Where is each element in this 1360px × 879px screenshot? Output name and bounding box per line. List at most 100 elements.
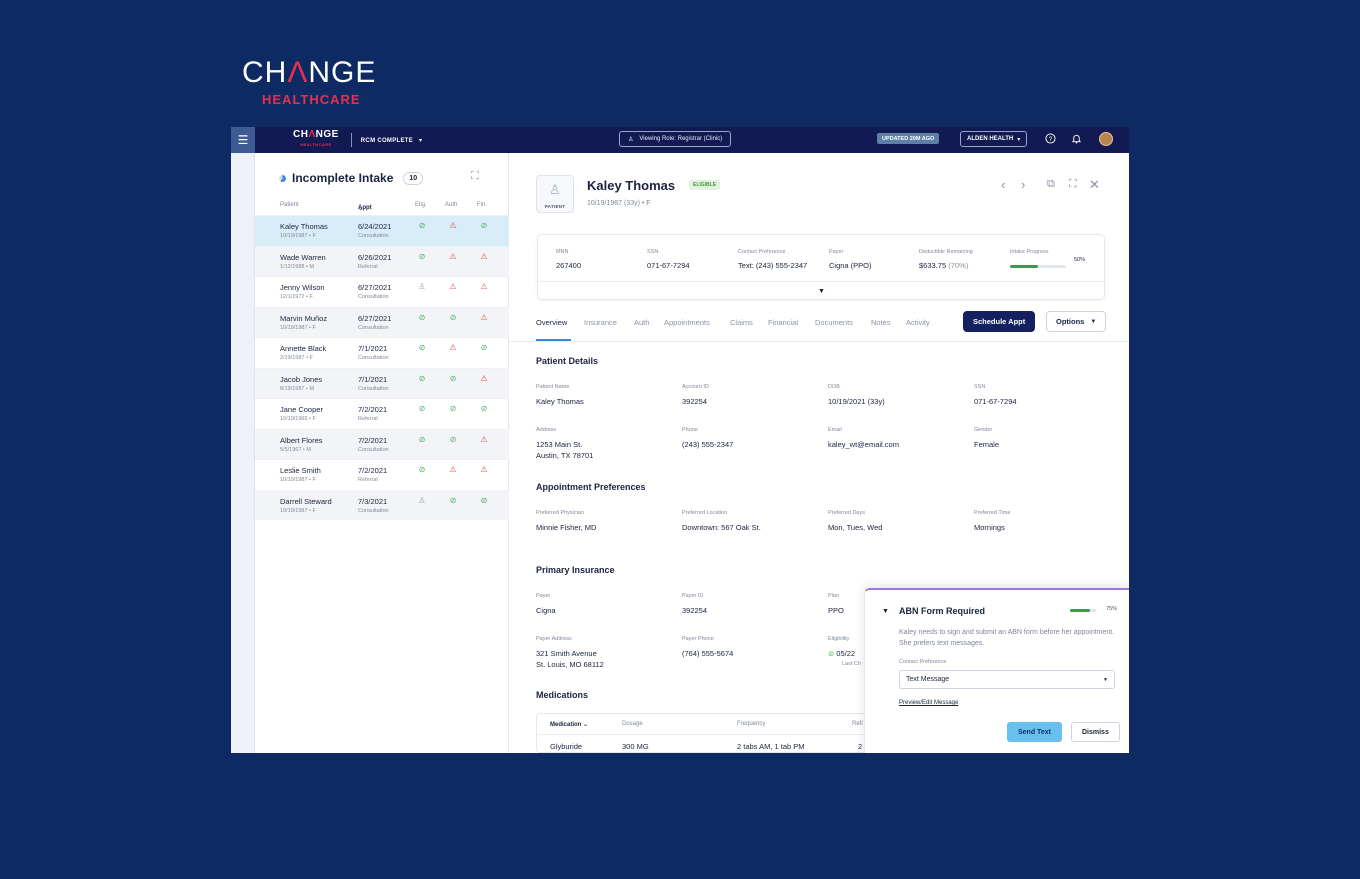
user-icon: ♙ [549,182,561,197]
queue-list: Kaley Thomas 10/19/1987 • F 6/24/2021 Consu… [255,215,509,520]
divider [537,734,895,735]
product-switcher[interactable]: RCM COMPLETE ▾ [361,137,423,144]
tab-notes[interactable]: Notes [871,318,891,327]
column-frequency[interactable]: Frequency [737,721,765,727]
app-window: ☰ CHΛNGE HEALTHCARE RCM COMPLETE ▾ ♙ Vie… [231,127,1129,753]
patient-dob: 10/19/1987 • F [280,233,316,239]
divider [350,133,352,147]
queue-count-badge: 10 [403,171,424,185]
summary-deductible: Deductible Remaining $633.75 (70%) [919,249,973,270]
eligible-badge: ELIGIBLE [689,180,721,190]
patient-dob: 10/19/1987 • F [280,477,316,483]
intake-progress-bar [1010,265,1066,268]
appt-date: 6/27/2021 [358,283,392,292]
column-fin[interactable]: Fin. [477,202,487,208]
med-refill: 2 [858,742,863,751]
queue-row[interactable]: Jane Cooper 10/19/1965 • F 7/2/2021 Referra… [255,398,509,429]
chevron-left-icon[interactable]: ‹ [1001,178,1005,191]
appt-date: 7/2/2021 [358,466,388,475]
tab-documents[interactable]: Documents [815,318,853,327]
field-preferred-location: Preferred Location Downtown: 567 Oak St. [682,510,761,532]
summary-ssn: SSN 071-67-7294 [647,249,690,270]
tab-activity[interactable]: Activity [906,318,930,327]
appt-date: 6/27/2021 [358,313,392,323]
column-dosage[interactable]: Dosage [622,721,643,727]
tab-claims[interactable]: Claims [730,318,753,327]
topbar-logo[interactable]: CHΛNGE HEALTHCARE [293,130,339,149]
organization-selector[interactable]: ALDEN HEALTH ▾ [960,131,1028,147]
queue-row[interactable]: Wade Warren 1/12/1988 • M 6/26/2021 Referra… [255,245,509,276]
abn-progress-percent: 75% [1106,606,1118,612]
field-preferred-physician: Preferred Physician Minnie Fisher, MD [536,510,597,532]
close-icon[interactable]: ✕ [1089,178,1100,191]
column-refill[interactable]: Refi [852,721,863,727]
column-patient[interactable]: Patient [280,202,299,208]
queue-title: Incomplete Intake [292,171,394,185]
top-bar: ☰ CHΛNGE HEALTHCARE RCM COMPLETE ▾ ♙ Vie… [231,127,1129,153]
queue-row[interactable]: Kaley Thomas 10/19/1987 • F 6/24/2021 Consu… [255,215,509,246]
warning-icon: ⚠ [480,251,488,261]
queue-row[interactable]: Jenny Wilson 12/1/1972 • F 6/27/2021 Consul… [255,276,509,307]
abn-form-popup: ▼ ABN Form Required 75% Kaley needs to s… [864,588,1129,753]
fullscreen-icon[interactable]: ⛶ [1069,178,1077,191]
patient-dob: 1/12/1988 • M [280,263,315,270]
collapse-caret-icon[interactable]: ▼ [882,608,889,615]
queue-row[interactable]: Albert Flores 5/5/1967 • M 7/2/2021 Consult… [255,428,509,459]
appt-type: Referral [358,416,378,422]
queue-row[interactable]: Annette Black 2/19/1987 • F 7/1/2021 Consul… [255,337,509,368]
help-icon[interactable]: ? [1045,133,1056,147]
warning-icon: ⚠ [480,373,488,383]
summary-intake-progress: Intake Progress 50% [1010,249,1085,268]
queue-row[interactable]: Leslie Smith 10/19/1987 • F 7/2/2021 Referr… [255,459,509,490]
patient-dob: 10/19/1965 • F [280,416,316,422]
expand-icon[interactable]: ⛶ [471,170,479,183]
send-text-button[interactable]: Send Text [1007,722,1062,742]
tab-insurance[interactable]: Insurance [584,318,617,327]
tab-overview[interactable]: Overview [536,318,567,327]
appt-date: 7/3/2021 [358,496,388,506]
tab-financial[interactable]: Financial [768,318,798,327]
check-circle-icon: ⊘ [828,649,835,658]
queue-row[interactable]: Jacob Jones 8/19/1987 • M 7/1/2021 Consulta… [255,367,509,398]
section-primary-insurance: Primary Insurance [536,565,615,575]
field-preferred-time: Preferred Time Mornings [974,510,1011,532]
patient-dob: 5/5/1967 • M [280,446,311,453]
patient-demographics: 10/19/1987 (33y) • F [587,200,651,207]
hamburger-menu-button[interactable]: ☰ [231,127,255,153]
medications-table: Medication ⌄ Dosage Frequency Refi Glybu… [536,713,896,753]
appt-type: Consultation [358,233,389,239]
appt-type: Consultation [358,294,389,300]
user-icon: ♙ [628,136,634,143]
column-auth[interactable]: Auth [445,202,457,208]
chevron-right-icon[interactable]: › [1021,178,1025,191]
viewing-role-selector[interactable]: ♙ Viewing Role: Registrar (Clinic) [619,131,732,147]
column-elig[interactable]: Elig. [415,202,427,208]
column-medication[interactable]: Medication ⌄ [550,721,588,728]
caret-down-icon: ▼ [1090,318,1097,325]
warning-icon: ⚠ [480,312,488,322]
section-patient-details: Patient Details [536,356,599,366]
options-button[interactable]: Options ▼ [1046,311,1107,332]
tab-appointments[interactable]: Appointments [664,318,710,327]
preview-edit-message-link[interactable]: Preview/Edit Message [899,700,958,706]
user-avatar[interactable] [1099,132,1113,146]
check-circle-icon: ⊘ [418,251,426,261]
tab-auth[interactable]: Auth [634,318,649,327]
queue-row[interactable]: Marvin Muñoz 10/19/1987 • F 6/27/2021 Consu… [255,306,509,337]
med-dosage: 300 MG [622,742,649,751]
field-payer: Payer Cigna [536,593,556,615]
expand-summary-chevron-icon[interactable]: ▼ [818,288,825,295]
field-account-id: Account ID 392254 [682,384,709,406]
field-dob: DOB 10/19/2021 (33y) [828,384,885,406]
patient-summary-card: MRN 267400 SSN 071-67-7294 Contact Prefere… [537,234,1105,300]
contact-preference-select[interactable]: Text Message ▼ [899,670,1115,689]
queue-row[interactable]: Darrell Steward 10/19/1987 • F 7/3/2021 Con… [255,489,509,520]
appt-date: 7/2/2021 [358,435,388,445]
patient-name: Albert Flores [280,435,323,445]
summary-contact-preference: Contact Preference Text: (243) 555-2347 [738,249,808,270]
dismiss-button[interactable]: Dismiss [1071,722,1120,742]
notification-bell-icon[interactable] [1071,133,1082,147]
open-external-icon[interactable]: ⧉ [1047,178,1055,191]
schedule-appt-button[interactable]: Schedule Appt [963,311,1036,332]
field-preferred-days: Preferred Days Mon, Tues, Wed [828,510,883,532]
